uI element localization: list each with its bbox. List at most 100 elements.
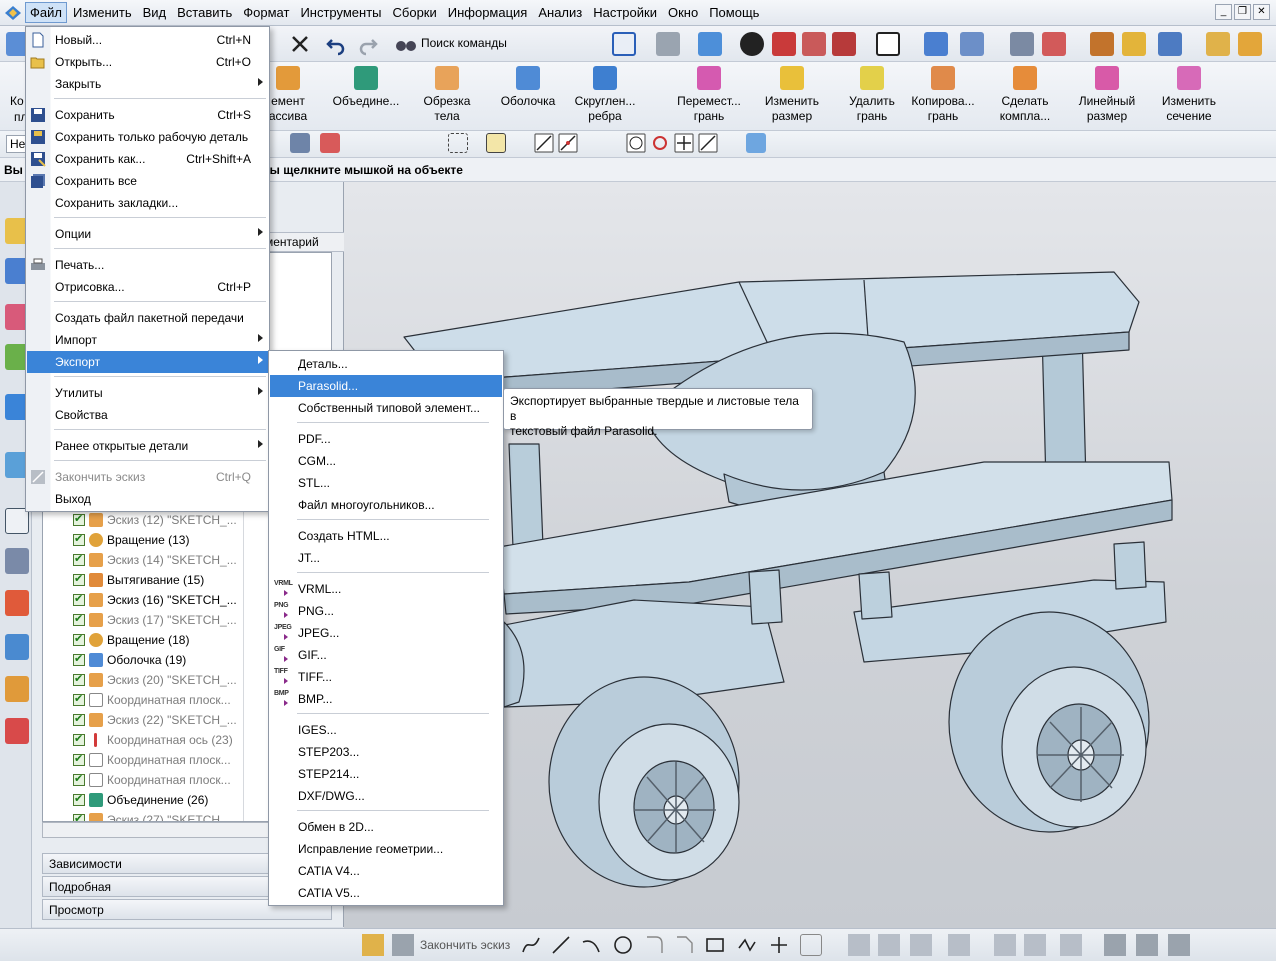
menu-view[interactable]: Вид	[138, 2, 172, 23]
selection-scope-icon[interactable]	[290, 133, 310, 153]
mid-point-icon[interactable]	[558, 133, 578, 153]
export-html[interactable]: Создать HTML...	[270, 525, 502, 547]
rectangle-select-icon[interactable]	[448, 133, 468, 153]
menu-item-plot[interactable]: Отрисовка... Ctrl+P	[27, 276, 269, 298]
undo-icon[interactable]	[324, 32, 348, 56]
export-pdf[interactable]: PDF...	[270, 428, 502, 450]
dimension-icon[interactable]	[994, 934, 1016, 956]
export-dxf-dwg[interactable]: DXF/DWG...	[270, 785, 502, 807]
export-jpeg[interactable]: JPEG JPEG...	[270, 622, 502, 644]
tree-row[interactable]: Эскиз (16) "SKETCH_...	[73, 590, 237, 610]
intersection-point-icon[interactable]	[674, 133, 694, 153]
export-png[interactable]: PNG PNG...	[270, 600, 502, 622]
tree-row[interactable]: Эскиз (22) "SKETCH_...	[73, 710, 237, 730]
tree-row[interactable]: Объединение (26)	[73, 790, 208, 810]
menu-item-export[interactable]: Экспорт	[27, 351, 269, 373]
visibility-checkbox[interactable]	[73, 732, 85, 746]
export-user-defined-feature[interactable]: Собственный типовой элемент...	[270, 397, 502, 419]
tree-row[interactable]: Вращение (13)	[73, 530, 189, 550]
alternate-solution-icon[interactable]	[1168, 934, 1190, 956]
csys-icon[interactable]	[960, 32, 984, 56]
ruler-icon[interactable]	[1206, 32, 1230, 56]
menu-help[interactable]: Помощь	[704, 2, 764, 23]
roles-icon[interactable]	[5, 676, 29, 702]
command-finder-label[interactable]: Поиск команды	[421, 36, 507, 50]
fit-view-icon[interactable]	[612, 32, 636, 56]
show-constraints-icon[interactable]	[1104, 934, 1126, 956]
visibility-checkbox[interactable]	[73, 532, 85, 546]
menu-item-utilities[interactable]: Утилиты	[27, 382, 269, 404]
auto-constraint-icon[interactable]	[1060, 934, 1082, 956]
menu-item-close[interactable]: Закрыть	[27, 73, 269, 95]
redo-icon[interactable]	[356, 32, 380, 56]
arc-icon[interactable]	[580, 934, 602, 956]
wcs-icon[interactable]	[924, 32, 948, 56]
snap-point-icon[interactable]	[320, 133, 340, 153]
delete-icon[interactable]	[288, 32, 312, 56]
menu-item-finish-sketch[interactable]: Закончить эскиз Ctrl+Q	[27, 466, 269, 488]
polygon-icon[interactable]	[736, 934, 758, 956]
finish-sketch-label[interactable]: Закончить эскиз	[420, 938, 510, 952]
visibility-checkbox[interactable]	[73, 772, 85, 786]
make-coplanar-button[interactable]: Сделать компла...	[990, 64, 1060, 128]
menu-analysis[interactable]: Анализ	[533, 2, 587, 23]
system-scenes-icon[interactable]	[5, 718, 29, 744]
export-catia-v4[interactable]: CATIA V4...	[270, 860, 502, 882]
export-stl[interactable]: STL...	[270, 472, 502, 494]
menu-item-save-as[interactable]: Сохранить как... Ctrl+Shift+A	[27, 148, 269, 170]
menu-item-print[interactable]: Печать...	[27, 254, 269, 276]
tree-row[interactable]: Координатная плоск...	[73, 690, 231, 710]
offset-curve-icon[interactable]	[800, 934, 822, 956]
tree-row[interactable]: Эскиз (17) "SKETCH_...	[73, 610, 237, 630]
finish-sketch-icon[interactable]	[392, 934, 414, 956]
visibility-checkbox[interactable]	[73, 552, 85, 566]
menu-item-save-work-part[interactable]: Сохранить только рабочую деталь	[27, 126, 269, 148]
export-polygon-file[interactable]: Файл многоугольников...	[270, 494, 502, 516]
pencil-icon[interactable]	[1238, 32, 1262, 56]
chamfer-icon[interactable]	[674, 934, 696, 956]
export-tiff[interactable]: TIFF TIFF...	[270, 666, 502, 688]
shaded-edges-icon[interactable]	[740, 32, 764, 56]
analysis-icon[interactable]	[1090, 32, 1114, 56]
export-vrml[interactable]: VRML VRML...	[270, 578, 502, 600]
export-part[interactable]: Деталь...	[270, 353, 502, 375]
menu-window[interactable]: Окно	[663, 2, 703, 23]
menu-preferences[interactable]: Настройки	[588, 2, 662, 23]
binoculars-icon[interactable]	[394, 32, 418, 56]
trim-body-button[interactable]: Обрезка тела	[418, 64, 476, 128]
export-jt[interactable]: JT...	[270, 547, 502, 569]
visibility-checkbox[interactable]	[73, 512, 85, 526]
fillet-icon[interactable]	[644, 934, 666, 956]
corner-icon[interactable]	[910, 934, 932, 956]
menu-information[interactable]: Информация	[443, 2, 533, 23]
point-icon[interactable]	[768, 934, 790, 956]
menu-item-open[interactable]: Открыть... Ctrl+O	[27, 51, 269, 73]
line-icon[interactable]	[550, 934, 572, 956]
profile-icon[interactable]	[520, 934, 542, 956]
edge-blend-button[interactable]: Скруглен... ребра	[570, 64, 640, 128]
unite-button[interactable]: Объедине...	[330, 64, 402, 128]
restore-button[interactable]: ❐	[1234, 4, 1251, 20]
resize-face-button[interactable]: Изменить размер	[760, 64, 824, 128]
export-step214[interactable]: STEP214...	[270, 763, 502, 785]
move-face-button[interactable]: Перемест... грань	[674, 64, 744, 128]
export-bmp[interactable]: BMP BMP...	[270, 688, 502, 710]
minimize-button[interactable]: _	[1215, 4, 1232, 20]
tree-row[interactable]: Вращение (18)	[73, 630, 189, 650]
constraint-icon[interactable]	[1024, 934, 1046, 956]
export-cgm[interactable]: CGM...	[270, 450, 502, 472]
layer-icon[interactable]	[1010, 32, 1034, 56]
menu-file[interactable]: Файл	[25, 2, 67, 23]
render-style-icon[interactable]	[772, 32, 796, 56]
menu-item-import[interactable]: Импорт	[27, 329, 269, 351]
export-catia-v5[interactable]: CATIA V5...	[270, 882, 502, 904]
export-2d-exchange[interactable]: Обмен в 2D...	[270, 816, 502, 838]
menu-item-properties[interactable]: Свойства	[27, 404, 269, 426]
extend-icon[interactable]	[878, 934, 900, 956]
tree-row[interactable]: Эскиз (14) "SKETCH_...	[73, 550, 237, 570]
datum-icon[interactable]	[1042, 32, 1066, 56]
section-view-icon[interactable]	[802, 32, 826, 56]
snap-enable-icon[interactable]	[486, 133, 506, 153]
copy-face-button[interactable]: Копирова... грань	[908, 64, 978, 128]
tree-row[interactable]: Эскиз (20) "SKETCH_...	[73, 670, 237, 690]
